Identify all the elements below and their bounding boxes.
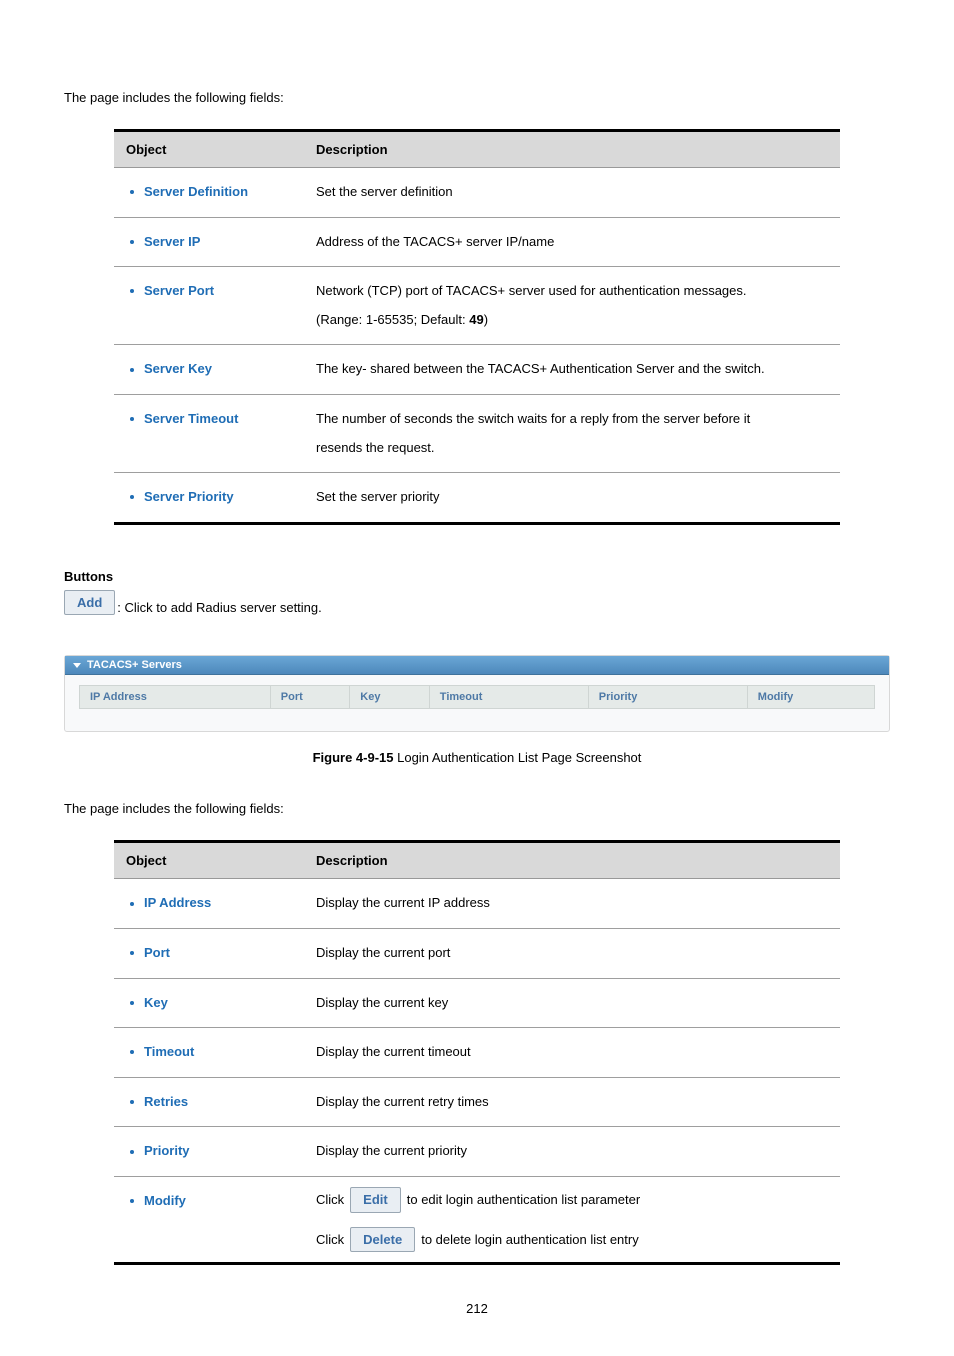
figure-caption: Figure 4-9-15 Login Authentication List … bbox=[64, 750, 890, 765]
object-name: Server Key bbox=[144, 355, 212, 384]
click-label: Click bbox=[316, 1192, 344, 1208]
object-name: Priority bbox=[144, 1137, 190, 1166]
bullet-icon bbox=[130, 495, 134, 499]
table-row: Timeout Display the current timeout bbox=[114, 1028, 840, 1078]
buttons-row: Add : Click to add Radius server setting… bbox=[64, 590, 890, 616]
desc-text: (Range: 1-65535; Default: bbox=[316, 312, 469, 327]
object-desc: Display the current priority bbox=[304, 1127, 840, 1177]
desc-line: (Range: 1-65535; Default: 49) bbox=[316, 306, 828, 335]
object-name: Server IP bbox=[144, 228, 200, 257]
object-name: Key bbox=[144, 989, 168, 1018]
object-name: Modify bbox=[144, 1187, 186, 1216]
table2-head-object: Object bbox=[114, 842, 304, 879]
desc-text: ) bbox=[484, 312, 488, 327]
table2-head-description: Description bbox=[304, 842, 840, 879]
object-desc: Click Edit to edit login authentication … bbox=[304, 1176, 840, 1263]
bullet-icon bbox=[130, 1100, 134, 1104]
desc-bold: 49 bbox=[469, 312, 483, 327]
object-desc: Network (TCP) port of TACACS+ server use… bbox=[304, 267, 840, 345]
desc-line: The number of seconds the switch waits f… bbox=[316, 405, 828, 434]
caret-down-icon bbox=[73, 663, 81, 668]
object-name: Server Port bbox=[144, 277, 214, 306]
object-desc: Display the current timeout bbox=[304, 1028, 840, 1078]
bullet-icon bbox=[130, 1199, 134, 1203]
object-desc: Display the current key bbox=[304, 978, 840, 1028]
intro-text-1: The page includes the following fields: bbox=[64, 90, 890, 105]
desc-line: resends the request. bbox=[316, 434, 828, 463]
figure-text: Login Authentication List Page Screensho… bbox=[394, 750, 642, 765]
page-number: 212 bbox=[64, 1301, 890, 1316]
object-desc: Display the current IP address bbox=[304, 879, 840, 929]
object-name: IP Address bbox=[144, 889, 211, 918]
fields-table-1: Object Description Server Definition Set… bbox=[114, 129, 840, 525]
object-desc: Set the server priority bbox=[304, 473, 840, 524]
delete-button[interactable]: Delete bbox=[350, 1227, 415, 1253]
object-desc: The key- shared between the TACACS+ Auth… bbox=[304, 345, 840, 395]
bullet-icon bbox=[130, 1050, 134, 1054]
bullet-icon bbox=[130, 240, 134, 244]
object-name: Server Priority bbox=[144, 483, 234, 512]
table-row: IP Address Display the current IP addres… bbox=[114, 879, 840, 929]
object-desc: Set the server definition bbox=[304, 168, 840, 218]
intro-text-2: The page includes the following fields: bbox=[64, 801, 890, 816]
bullet-icon bbox=[130, 190, 134, 194]
object-desc: Display the current port bbox=[304, 928, 840, 978]
panel-header[interactable]: TACACS+ Servers bbox=[65, 656, 889, 675]
add-button-desc: : Click to add Radius server setting. bbox=[117, 600, 321, 615]
table1-head-object: Object bbox=[114, 131, 304, 168]
col-timeout: Timeout bbox=[429, 686, 588, 709]
tacacs-servers-table: IP Address Port Key Timeout Priority Mod… bbox=[79, 685, 875, 709]
table-row: Key Display the current key bbox=[114, 978, 840, 1028]
table1-head-description: Description bbox=[304, 131, 840, 168]
click-label: Click bbox=[316, 1232, 344, 1248]
table-row: Server IP Address of the TACACS+ server … bbox=[114, 217, 840, 267]
object-desc: The number of seconds the switch waits f… bbox=[304, 394, 840, 472]
edit-button[interactable]: Edit bbox=[350, 1187, 401, 1213]
tacacs-servers-panel: TACACS+ Servers IP Address Port Key Time… bbox=[64, 655, 890, 732]
bullet-icon bbox=[130, 1150, 134, 1154]
bullet-icon bbox=[130, 417, 134, 421]
table-row: Retries Display the current retry times bbox=[114, 1077, 840, 1127]
bullet-icon bbox=[130, 902, 134, 906]
delete-desc: to delete login authentication list entr… bbox=[421, 1232, 639, 1248]
col-key: Key bbox=[350, 686, 430, 709]
object-name: Port bbox=[144, 939, 170, 968]
col-modify: Modify bbox=[747, 686, 874, 709]
col-priority: Priority bbox=[588, 686, 747, 709]
object-name: Timeout bbox=[144, 1038, 194, 1067]
table-row: Port Display the current port bbox=[114, 928, 840, 978]
bullet-icon bbox=[130, 1001, 134, 1005]
bullet-icon bbox=[130, 289, 134, 293]
table-row: Priority Display the current priority bbox=[114, 1127, 840, 1177]
col-port: Port bbox=[270, 686, 350, 709]
buttons-heading: Buttons bbox=[64, 569, 890, 584]
object-name: Server Definition bbox=[144, 178, 248, 207]
object-name: Server Timeout bbox=[144, 405, 238, 434]
desc-line: Network (TCP) port of TACACS+ server use… bbox=[316, 277, 828, 306]
bullet-icon bbox=[130, 951, 134, 955]
table-row: Server Port Network (TCP) port of TACACS… bbox=[114, 267, 840, 345]
fields-table-2: Object Description IP Address Display th… bbox=[114, 840, 840, 1265]
table-row: Server Definition Set the server definit… bbox=[114, 168, 840, 218]
object-desc: Address of the TACACS+ server IP/name bbox=[304, 217, 840, 267]
table-row: Server Key The key- shared between the T… bbox=[114, 345, 840, 395]
object-desc: Display the current retry times bbox=[304, 1077, 840, 1127]
table-row: Server Priority Set the server priority bbox=[114, 473, 840, 524]
add-button[interactable]: Add bbox=[64, 590, 115, 616]
table-row: Server Timeout The number of seconds the… bbox=[114, 394, 840, 472]
figure-label: Figure 4-9-15 bbox=[313, 750, 394, 765]
bullet-icon bbox=[130, 368, 134, 372]
col-ip-address: IP Address bbox=[80, 686, 271, 709]
edit-desc: to edit login authentication list parame… bbox=[407, 1192, 640, 1208]
object-name: Retries bbox=[144, 1088, 188, 1117]
table-row: Modify Click Edit to edit login authenti… bbox=[114, 1176, 840, 1263]
panel-title: TACACS+ Servers bbox=[87, 659, 182, 671]
